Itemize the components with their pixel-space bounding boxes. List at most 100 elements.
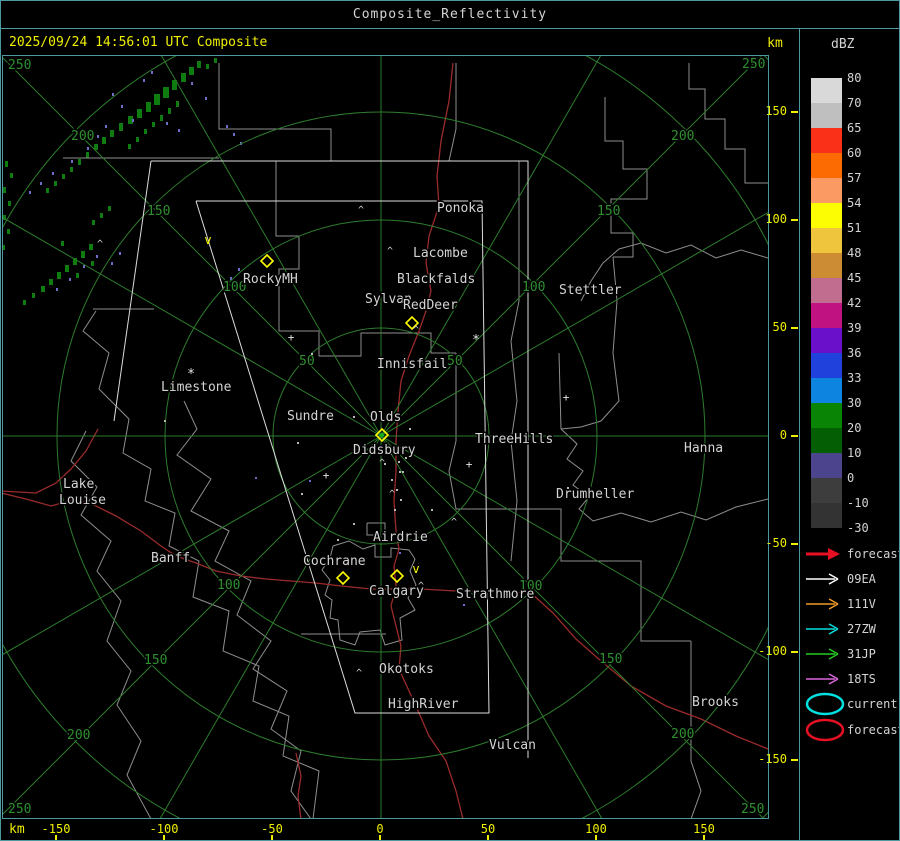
svg-text:50: 50 [447, 354, 463, 369]
right-axis-unit-label: km [767, 36, 783, 51]
map-marker-plus: + [466, 458, 473, 471]
storm-marker-vee: v [204, 233, 211, 247]
colorbar-tick-label: 57 [847, 171, 862, 185]
city-label: Banff [151, 551, 190, 566]
map-marker-plus: + [563, 391, 570, 404]
city-label: Calgary [369, 584, 424, 599]
svg-text:200: 200 [71, 129, 94, 144]
map-marker-caret: ^ [356, 668, 362, 679]
bottom-axis-tick-mark [271, 835, 273, 840]
legend-arrow-icon [804, 667, 846, 695]
colorbar-swatch [811, 303, 842, 328]
title-bar: Composite_Reflectivity [1, 1, 899, 29]
city-label: Drumheller [556, 487, 634, 502]
radar-application-window: Composite_Reflectivity 2025/09/24 14:56:… [0, 0, 900, 841]
colorbar-tick-label: 30 [847, 396, 862, 410]
colorbar-swatch [811, 503, 842, 528]
radar-echoes [3, 58, 242, 305]
colorbar-unit-label: dBZ [831, 37, 855, 52]
svg-text:150: 150 [599, 652, 622, 667]
legend-arrow-icon [804, 567, 846, 595]
colorbar-tick-label: 42 [847, 296, 862, 310]
legend-item-label: 27ZW [847, 622, 876, 636]
city-label: HighRiver [388, 697, 459, 712]
colorbar-swatch [811, 128, 842, 153]
colorbar-tick-label: 0 [847, 471, 855, 485]
legend-item-label: 111V [847, 597, 876, 611]
right-axis-tick-label: 150 [765, 104, 787, 118]
colorbar-swatch [811, 428, 842, 453]
svg-text:250: 250 [741, 802, 764, 817]
svg-text:250: 250 [8, 58, 31, 73]
map-marker-plus: + [288, 331, 295, 344]
right-axis-tick-label: 50 [772, 320, 787, 334]
svg-text:50: 50 [299, 354, 315, 369]
bottom-axis-unit-label: km [9, 822, 25, 837]
bottom-axis-tick-mark [703, 835, 705, 840]
city-labels: PonokaLacombeBlackfaldsSylvanRedDeerInni… [58, 200, 741, 755]
legend-item-label: forecast [847, 723, 900, 737]
svg-text:250: 250 [742, 57, 765, 72]
colorbar-swatch [811, 228, 842, 253]
map-marker-caret: ^ [387, 246, 393, 257]
right-axis-tick-mark [791, 327, 798, 329]
svg-text:100: 100 [217, 578, 240, 593]
city-label: Vulcan [489, 738, 536, 753]
city-label: Lacombe [413, 246, 468, 261]
bottom-axis-tick-label: -50 [261, 822, 283, 836]
bottom-axis-tick-label: -150 [41, 822, 71, 836]
colorbar-swatch [811, 278, 842, 303]
radar-map-canvas[interactable]: 25020015010050 50100150200250100150200250… [3, 56, 768, 818]
colorbar-tick-label: 45 [847, 271, 862, 285]
svg-text:150: 150 [597, 204, 620, 219]
city-label: RedDeer [403, 298, 458, 313]
right-axis-tick-mark [791, 111, 798, 113]
map-marker-caret: ^ [413, 325, 419, 336]
bottom-axis-tick-label: 50 [480, 822, 496, 836]
bottom-axis-tick-mark [595, 835, 597, 840]
legend-item-label: current [847, 697, 898, 711]
colorbar-tick-label: 48 [847, 246, 862, 260]
colorbar-swatch [811, 328, 842, 353]
city-label: Ponoka [437, 201, 484, 216]
map-marker-caret: ^ [358, 205, 364, 216]
right-axis-tick-mark [791, 543, 798, 545]
right-axis-tick-mark [791, 759, 798, 761]
bottom-axis-tick-label: 150 [693, 822, 715, 836]
city-label: Didsbury [353, 443, 416, 458]
map-marker-plus: + [323, 469, 330, 482]
colorbar-tick-label: 70 [847, 96, 862, 110]
bottom-axis-tick-label: 100 [585, 822, 607, 836]
bottom-axis-tick-mark [163, 835, 165, 840]
colorbar-swatch [811, 478, 842, 503]
city-label: Limestone [161, 380, 232, 395]
legend-item-label: 09EA [847, 572, 876, 586]
bottom-axis-tick-label: -100 [149, 822, 179, 836]
city-label: Stettler [559, 283, 622, 298]
city-label: Okotoks [379, 662, 434, 677]
colorbar-tick-label: 65 [847, 121, 862, 135]
svg-text:100: 100 [522, 280, 545, 295]
colorbar-tick-label: 36 [847, 346, 862, 360]
right-axis-tick-label: -100 [758, 644, 787, 658]
bottom-axis-tick-mark [55, 835, 57, 840]
bottom-axis-tick-mark [379, 835, 381, 840]
colorbar-tick-label: 60 [847, 146, 862, 160]
colorbar-swatch [811, 253, 842, 278]
colorbar-tick-label: 39 [847, 321, 862, 335]
colorbar-swatch [811, 103, 842, 128]
map-marker-asterisk: * [472, 333, 480, 348]
right-axis-tick-label: -50 [765, 536, 787, 550]
colorbar-swatch [811, 178, 842, 203]
legend-ellipse-icon [804, 692, 846, 720]
right-axis-tick-mark [791, 219, 798, 221]
right-axis-tick-mark [791, 651, 798, 653]
legend-ellipse-icon [804, 718, 846, 746]
storm-marker-diamond [389, 568, 405, 584]
map-marker-caret: ^ [379, 458, 385, 469]
colorbar-tick-label: 51 [847, 221, 862, 235]
colorbar-swatch [811, 203, 842, 228]
city-label: ThreeHills [475, 432, 553, 447]
colorbar-tick-label: 80 [847, 71, 862, 85]
bottom-axis-tick-label: 0 [376, 822, 384, 836]
